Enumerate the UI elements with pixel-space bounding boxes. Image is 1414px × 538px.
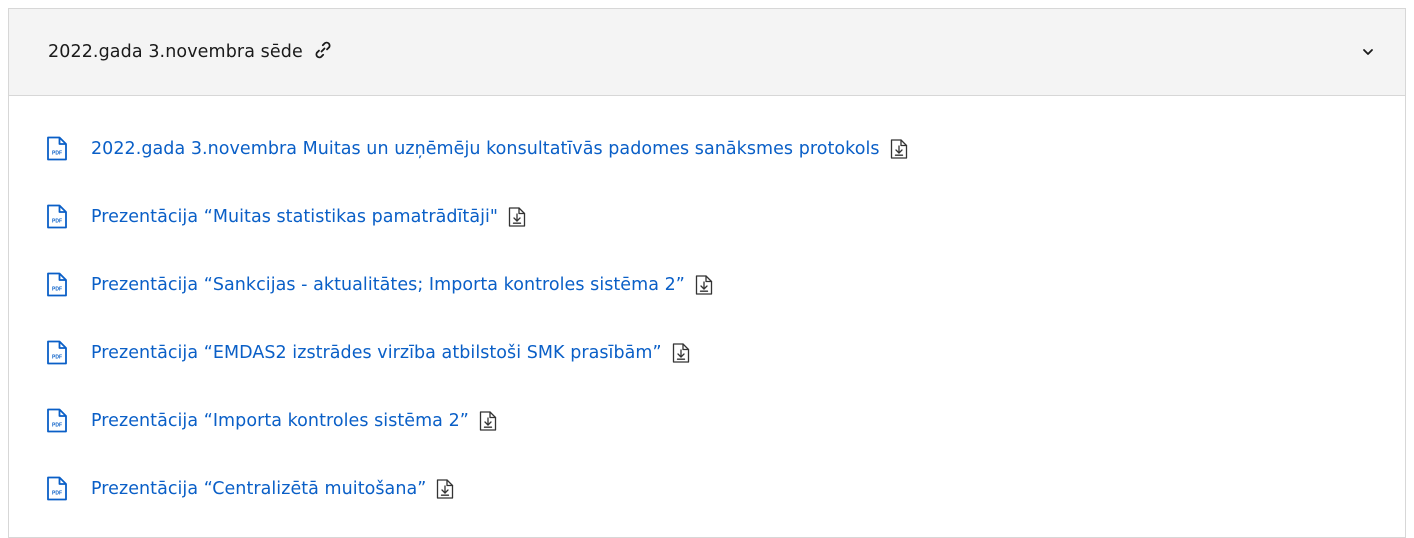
list-item: PDF Prezentācija “Importa kontroles sist… [46,408,1405,433]
download-icon[interactable] [508,206,526,227]
svg-text:PDF: PDF [52,355,62,361]
document-link[interactable]: Prezentācija “Muitas statistikas pamatrā… [91,207,498,227]
list-item: PDF 2022.gada 3.novembra Muitas un uzņēm… [46,136,1405,161]
accordion-title: 2022.gada 3.novembra sēde [48,42,303,62]
document-link[interactable]: Prezentācija “Centralizētā muitošana” [91,479,426,499]
list-item: PDF Prezentācija “Centralizētā muitošana… [46,476,1405,501]
chevron-down-icon[interactable] [1361,45,1375,59]
svg-text:PDF: PDF [52,423,62,429]
list-item: PDF Prezentācija “EMDAS2 izstrādes virzī… [46,340,1405,365]
svg-text:PDF: PDF [52,287,62,293]
accordion-header[interactable]: 2022.gada 3.novembra sēde [9,9,1405,96]
meeting-accordion: 2022.gada 3.novembra sēde PDF 2022.gada … [8,8,1406,538]
pdf-file-icon: PDF [46,204,68,229]
pdf-file-icon: PDF [46,408,68,433]
pdf-file-icon: PDF [46,476,68,501]
document-link[interactable]: Prezentācija “EMDAS2 izstrādes virzība a… [91,343,662,363]
link-icon[interactable] [313,40,333,60]
list-item: PDF Prezentācija “Sankcijas - aktualitāt… [46,272,1405,297]
pdf-file-icon: PDF [46,136,68,161]
download-icon[interactable] [436,478,454,499]
download-icon[interactable] [695,274,713,295]
pdf-file-icon: PDF [46,340,68,365]
download-icon[interactable] [479,410,497,431]
document-link[interactable]: Prezentācija “Sankcijas - aktualitātes; … [91,275,685,295]
pdf-file-icon: PDF [46,272,68,297]
svg-text:PDF: PDF [52,219,62,225]
list-item: PDF Prezentācija “Muitas statistikas pam… [46,204,1405,229]
svg-text:PDF: PDF [52,491,62,497]
document-link[interactable]: 2022.gada 3.novembra Muitas un uzņēmēju … [91,139,880,159]
download-icon[interactable] [890,138,908,159]
download-icon[interactable] [672,342,690,363]
document-list: PDF 2022.gada 3.novembra Muitas un uzņēm… [9,96,1405,501]
svg-text:PDF: PDF [52,151,62,157]
document-link[interactable]: Prezentācija “Importa kontroles sistēma … [91,411,469,431]
